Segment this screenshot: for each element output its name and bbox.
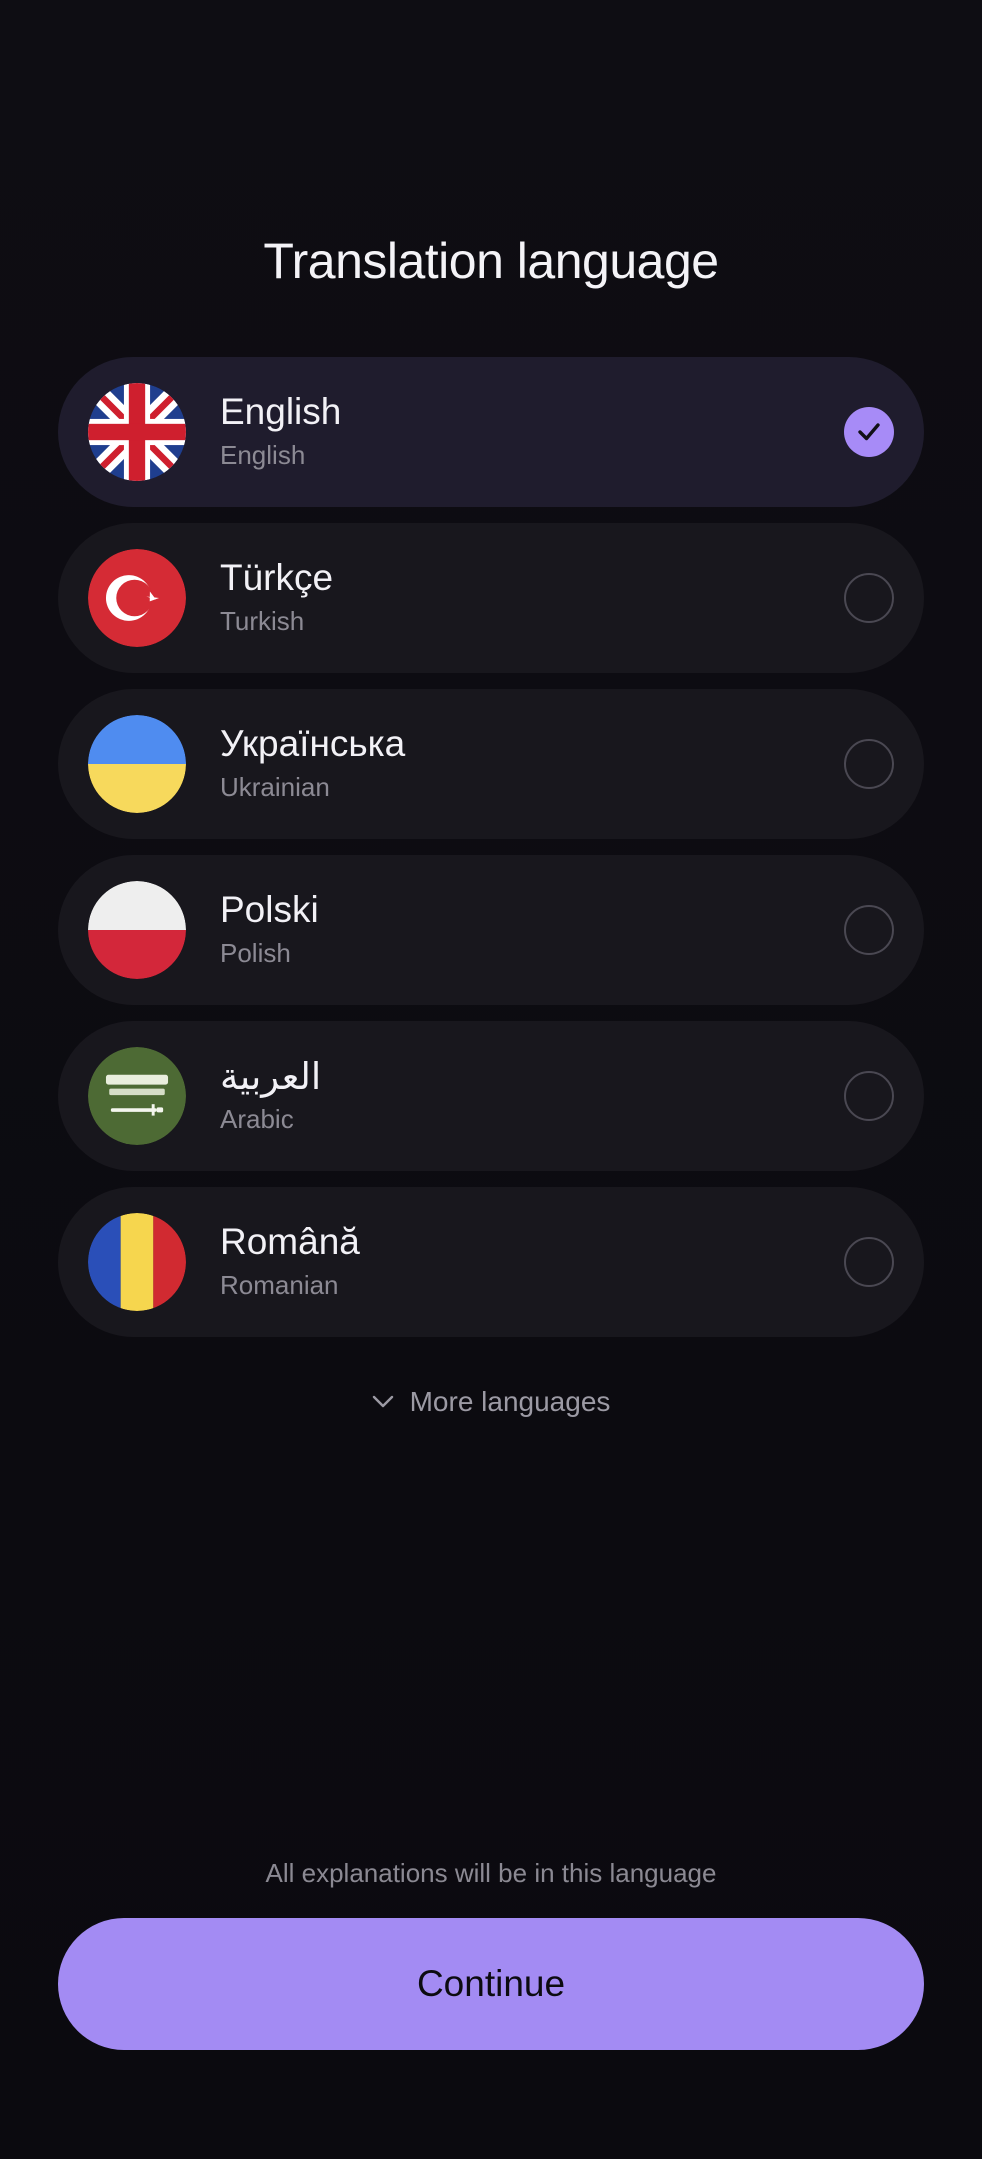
language-option-arabic[interactable]: العربية Arabic	[58, 1021, 924, 1171]
language-option-english[interactable]: English English	[58, 357, 924, 507]
radio-unselected[interactable]	[844, 905, 894, 955]
language-english-name: English	[220, 440, 306, 470]
continue-button[interactable]: Continue	[58, 1918, 924, 2050]
language-english-name: Polish	[220, 938, 291, 968]
romania-flag-icon	[88, 1213, 186, 1311]
hint-text: All explanations will be in this languag…	[265, 1858, 717, 1888]
language-screen: Translation language English English Tür…	[0, 0, 982, 2159]
more-languages-label: More languages	[409, 1386, 611, 1417]
language-option-turkish[interactable]: Türkçe Turkish	[58, 523, 924, 673]
uk-flag-icon	[88, 383, 186, 481]
radio-unselected[interactable]	[844, 739, 894, 789]
turkey-flag-icon	[88, 549, 186, 647]
language-native-name: العربية	[220, 1056, 322, 1097]
radio-unselected[interactable]	[844, 1237, 894, 1287]
language-english-name: Ukrainian	[220, 772, 330, 802]
language-native-name: Türkçe	[220, 557, 334, 598]
saudi-flag-icon	[88, 1047, 186, 1145]
ukraine-flag-icon	[88, 715, 186, 813]
radio-unselected[interactable]	[844, 573, 894, 623]
language-native-name: Українська	[220, 723, 406, 764]
language-option-polish[interactable]: Polski Polish	[58, 855, 924, 1005]
language-native-name: Polski	[220, 889, 319, 930]
radio-selected[interactable]	[844, 407, 894, 457]
language-option-ukrainian[interactable]: Українська Ukrainian	[58, 689, 924, 839]
language-english-name: Romanian	[220, 1270, 339, 1300]
radio-unselected[interactable]	[844, 1071, 894, 1121]
language-option-romanian[interactable]: Română Romanian	[58, 1187, 924, 1337]
poland-flag-icon	[88, 881, 186, 979]
more-languages-button[interactable]: More languages	[0, 1386, 982, 1418]
language-english-name: Turkish	[220, 606, 305, 636]
language-list: English English Türkçe Turkish Українськ…	[58, 357, 924, 1353]
language-english-name: Arabic	[220, 1104, 294, 1134]
checkmark-icon	[858, 423, 880, 441]
language-native-name: English	[220, 391, 342, 432]
chevron-down-icon	[372, 1395, 393, 1407]
language-native-name: Română	[220, 1221, 360, 1262]
page-title: Translation language	[263, 233, 719, 289]
